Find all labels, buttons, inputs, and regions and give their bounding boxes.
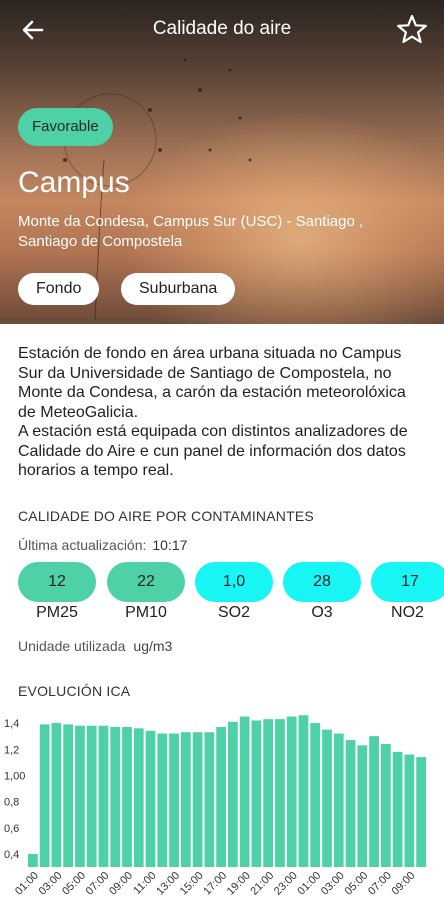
pollutant-card-pm10[interactable]: 22 PM10 xyxy=(107,562,185,622)
chart-bar[interactable] xyxy=(380,744,391,867)
chart-bar[interactable] xyxy=(192,732,203,867)
chart-bar[interactable] xyxy=(310,723,321,867)
favorite-button[interactable] xyxy=(394,12,430,48)
header-background-image: Calidade do aire Favorable Campus Monte … xyxy=(0,0,444,324)
station-name: Campus xyxy=(18,166,130,199)
air-quality-badge: Favorable xyxy=(18,108,113,146)
x-tick-label: 21:00 xyxy=(248,870,276,898)
station-description: Estación de fondo en área urbana situada… xyxy=(18,345,408,479)
chart-bar[interactable] xyxy=(122,727,132,867)
pollutants-section-title: CALIDADE DO AIRE POR CONTAMINANTES xyxy=(18,508,314,524)
x-tick-label: 17:00 xyxy=(201,870,229,898)
x-tick-label: 07:00 xyxy=(366,870,394,898)
chart-bar[interactable] xyxy=(216,727,226,867)
chart-bar[interactable] xyxy=(180,732,191,867)
chart-bar[interactable] xyxy=(369,736,379,867)
chart-bar[interactable] xyxy=(239,716,250,867)
chart-bar[interactable] xyxy=(333,733,344,867)
star-icon xyxy=(397,14,427,44)
y-tick-label: 0,6 xyxy=(4,823,19,835)
last-update-label: Última actualización: xyxy=(18,537,147,553)
chart-bar[interactable] xyxy=(357,745,368,867)
chart-bar[interactable] xyxy=(86,725,97,867)
pollutant-card-no2[interactable]: 17 NO2 xyxy=(371,562,444,622)
pollutant-name: PM10 xyxy=(125,604,167,621)
chart-bar[interactable] xyxy=(133,728,144,867)
last-update-row: Última actualización: 10:17 xyxy=(18,537,187,553)
y-tick-label: 0,8 xyxy=(4,797,19,809)
tag-chip-suburbana[interactable]: Suburbana xyxy=(121,273,236,305)
chart-bar[interactable] xyxy=(28,853,38,867)
pollutant-value: 22 xyxy=(107,562,185,602)
chart-bar[interactable] xyxy=(228,721,238,867)
pollutant-name: O3 xyxy=(311,604,333,621)
chart-bar[interactable] xyxy=(298,715,309,867)
chart-bar[interactable] xyxy=(145,730,156,867)
chart-bar[interactable] xyxy=(416,757,426,867)
tag-chip-fondo[interactable]: Fondo xyxy=(18,273,100,305)
pollutant-card-o3[interactable]: 28 O3 xyxy=(283,562,361,622)
chart-bar[interactable] xyxy=(204,732,215,867)
x-tick-label: 05:00 xyxy=(60,870,88,898)
x-tick-label: 15:00 xyxy=(178,870,206,898)
chart-bar[interactable] xyxy=(322,729,332,867)
x-tick-label: 11:00 xyxy=(131,870,158,897)
chart-bar[interactable] xyxy=(345,740,356,867)
y-tick-label: 1,00 xyxy=(4,770,25,782)
y-tick-label: 0,4 xyxy=(4,849,19,861)
x-tick-label: 13:00 xyxy=(154,870,182,898)
chart-bar[interactable] xyxy=(251,720,262,867)
x-tick-label: 01:00 xyxy=(295,870,323,898)
chart-bar[interactable] xyxy=(275,719,285,867)
y-tick-label: 1,2 xyxy=(4,744,19,756)
x-tick-label: 03:00 xyxy=(319,870,347,898)
chart-bar[interactable] xyxy=(75,725,85,867)
back-button[interactable] xyxy=(16,12,52,48)
evolution-section-title: EVOLUCIÓN ICA xyxy=(18,683,131,699)
x-tick-label: 23:00 xyxy=(272,870,300,898)
pollutant-name: NO2 xyxy=(391,604,424,621)
pollutant-card-so2[interactable]: 1,0 SO2 xyxy=(195,562,273,622)
chart-bar[interactable] xyxy=(39,724,50,867)
chart-bar[interactable] xyxy=(51,723,62,867)
x-tick-label: 03:00 xyxy=(37,870,65,898)
unit-row: Unidade utilizada ug/m3 xyxy=(18,638,172,654)
chart-bar[interactable] xyxy=(169,733,179,867)
chart-bar[interactable] xyxy=(392,751,403,867)
ica-evolution-chart: 0,40,60,81,001,21,401:0003:0005:0007:000… xyxy=(4,715,426,898)
chart-bar[interactable] xyxy=(63,724,74,867)
x-tick-label: 07:00 xyxy=(84,870,112,898)
x-tick-label: 09:00 xyxy=(107,870,135,898)
chart-bar[interactable] xyxy=(110,727,121,867)
station-address: Monte da Condesa, Campus Sur (USC) - San… xyxy=(18,213,364,250)
pollutant-name: SO2 xyxy=(217,604,250,621)
chart-bar[interactable] xyxy=(157,733,168,867)
pollutant-value: 1,0 xyxy=(195,562,273,602)
pollutant-card-pm25[interactable]: 12 PM25 xyxy=(18,562,96,622)
arrow-left-icon xyxy=(22,20,44,40)
top-app-bar: Calidade do aire xyxy=(0,0,444,60)
chart-bar[interactable] xyxy=(286,716,297,867)
chart-bar[interactable] xyxy=(263,719,274,867)
pollutant-value: 17 xyxy=(371,562,444,602)
chart-bar[interactable] xyxy=(98,725,109,867)
last-update-value: 10:17 xyxy=(152,537,188,553)
x-tick-label: 01:00 xyxy=(13,870,41,898)
pollutant-name: PM25 xyxy=(36,604,78,621)
x-tick-label: 19:00 xyxy=(225,870,253,898)
pollutant-value: 28 xyxy=(283,562,361,602)
y-tick-label: 1,4 xyxy=(4,718,19,730)
unit-value: ug/m3 xyxy=(133,638,173,654)
x-tick-label: 09:00 xyxy=(390,870,418,898)
unit-label: Unidade utilizada xyxy=(18,638,126,654)
x-tick-label: 05:00 xyxy=(342,870,370,898)
pollutant-value: 12 xyxy=(18,562,96,602)
chart-bar[interactable] xyxy=(404,754,415,867)
page-title: Calidade do aire xyxy=(152,18,292,39)
